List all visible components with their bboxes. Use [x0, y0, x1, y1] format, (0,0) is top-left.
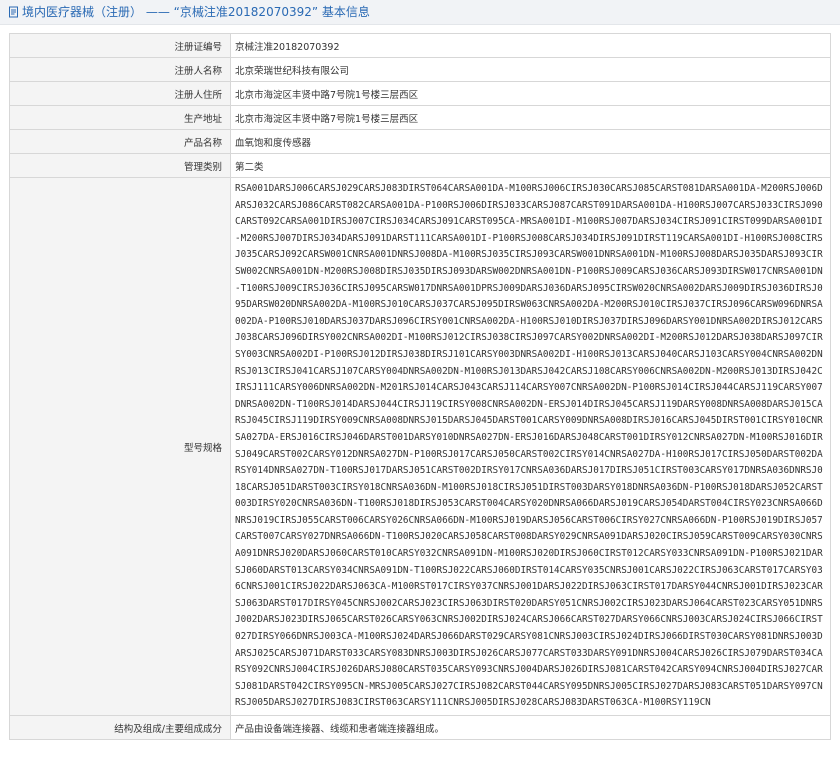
field-value: 血氧饱和度传感器 — [230, 129, 831, 154]
row-registrant-name: 注册人名称 北京荣瑞世纪科技有限公司 — [9, 57, 831, 82]
row-registrant-address: 注册人住所 北京市海淀区丰贤中路7号院1号楼三层西区 — [9, 81, 831, 106]
field-value: 第二类 — [230, 153, 831, 178]
field-value: 北京荣瑞世纪科技有限公司 — [230, 57, 831, 82]
field-label: 型号规格 — [9, 177, 231, 716]
breadcrumb: 境内医疗器械（注册） —— “京械注准20182070392” 基本信息 — [0, 0, 840, 25]
row-product-name: 产品名称 血氧饱和度传感器 — [9, 129, 831, 154]
field-label: 注册人住所 — [9, 81, 231, 106]
breadcrumb-section[interactable]: 境内医疗器械（注册） — [22, 5, 142, 19]
row-models: 型号规格 RSA001DARSJ006CARSJ029CARSJ083DIRST… — [9, 177, 831, 716]
field-label: 生产地址 — [9, 105, 231, 130]
field-value: 产品由设备端连接器、线缆和患者端连接器组成。 — [230, 715, 831, 740]
row-registration-no: 注册证编号 京械注准20182070392 — [9, 33, 831, 58]
breadcrumb-page: 基本信息 — [321, 5, 370, 19]
detail-table: 注册证编号 京械注准20182070392 注册人名称 北京荣瑞世纪科技有限公司… — [9, 33, 831, 740]
models-value: RSA001DARSJ006CARSJ029CARSJ083DIRST064CA… — [230, 177, 831, 716]
row-production-address: 生产地址 北京市海淀区丰贤中路7号院1号楼三层西区 — [9, 105, 831, 130]
field-label: 注册人名称 — [9, 57, 231, 82]
breadcrumb-registration: “京械注准20182070392” — [173, 5, 319, 19]
field-value: 京械注准20182070392 — [230, 33, 831, 58]
field-label: 注册证编号 — [9, 33, 231, 58]
row-structure: 结构及组成/主要组成成分 产品由设备端连接器、线缆和患者端连接器组成。 — [9, 715, 831, 740]
breadcrumb-separator: —— — [145, 5, 170, 19]
field-label: 产品名称 — [9, 129, 231, 154]
field-label: 管理类别 — [9, 153, 231, 178]
document-icon — [8, 2, 20, 18]
field-value: 北京市海淀区丰贤中路7号院1号楼三层西区 — [230, 81, 831, 106]
row-management-category: 管理类别 第二类 — [9, 153, 831, 178]
field-value: 北京市海淀区丰贤中路7号院1号楼三层西区 — [230, 105, 831, 130]
field-label: 结构及组成/主要组成成分 — [9, 715, 231, 740]
